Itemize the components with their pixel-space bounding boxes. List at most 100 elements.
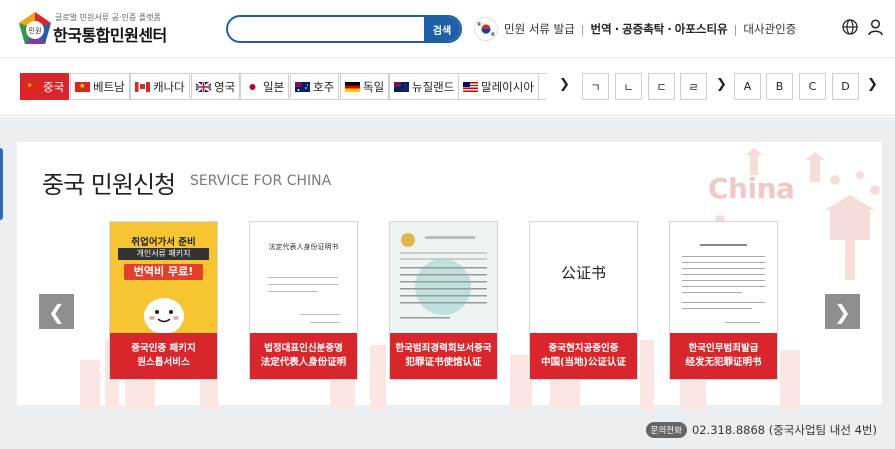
site-logo[interactable]: 민원 bbox=[17, 11, 53, 47]
search-box: 검색 bbox=[226, 15, 462, 43]
card-thumbnail: 法定代表人身份证明书 bbox=[250, 222, 357, 334]
card-thumb-text: 개인서류 패키지 bbox=[118, 248, 209, 260]
card-label: 한국인무범죄발급 经发无犯罪证明书 bbox=[670, 333, 777, 379]
card-label: 중국인증 패키지 원스톱서비스 bbox=[110, 333, 217, 379]
nav-dot: · bbox=[667, 22, 672, 36]
malaysia-flag-icon bbox=[463, 81, 478, 92]
card-label-sub: 犯罪证书使馆认证 bbox=[405, 357, 482, 368]
section-subtitle: SERVICE FOR CHINA bbox=[190, 173, 332, 189]
contact-info: 문의전화 02.318.8868 (중국사업팀 내선 4번) bbox=[645, 422, 877, 438]
nav-embassy[interactable]: 대사관인증 bbox=[743, 21, 796, 37]
card-label: 중국현지공증인증 中国(当地)公证认证 bbox=[530, 333, 637, 379]
nav-separator: | bbox=[580, 22, 585, 36]
consonant-button[interactable]: ㄹ bbox=[680, 73, 707, 100]
header-nav: 민원 서류 발급 | 번역 · 공증촉탁 · 아포스티유 | 대사관인증 bbox=[504, 21, 796, 37]
country-tab-label: 독일 bbox=[363, 79, 385, 94]
consonant-button[interactable]: ㄱ bbox=[582, 73, 609, 100]
document-image bbox=[682, 244, 765, 323]
carousel-next-button[interactable]: ❯ bbox=[825, 294, 860, 329]
country-tab-uk[interactable]: 영국 bbox=[191, 73, 241, 100]
consonant-next-arrow[interactable]: ❯ bbox=[716, 77, 727, 92]
contact-badge: 문의전화 bbox=[645, 422, 687, 438]
nav-document-issue[interactable]: 민원 서류 발급 bbox=[504, 21, 575, 37]
card-thumbnail bbox=[390, 222, 497, 334]
search-button[interactable]: 검색 bbox=[424, 17, 460, 41]
card-label-sub: 经发无犯罪证明书 bbox=[685, 357, 762, 368]
service-card-local-notary[interactable]: 公证书 중국현지공증인증 中国(当地)公证认证 bbox=[529, 221, 638, 380]
china-flag-icon: ★ bbox=[25, 81, 40, 92]
country-tab-label: 일본 bbox=[263, 79, 285, 94]
service-card-package[interactable]: 취업어가서 준비 개인서류 패키지 번역비 무료! 중국인증 패키지 원스톱서비… bbox=[109, 221, 218, 380]
card-thumbnail bbox=[670, 222, 777, 334]
country-tab-overflow bbox=[538, 73, 546, 100]
card-thumbnail: 公证书 bbox=[530, 222, 637, 334]
globe-icon[interactable] bbox=[842, 19, 858, 35]
country-tab-germany[interactable]: 독일 bbox=[340, 73, 390, 100]
germany-flag-icon bbox=[345, 81, 360, 92]
country-tab-label: 중국 bbox=[43, 79, 65, 94]
card-label-ko: 중국인증 패키지 bbox=[131, 343, 196, 354]
card-thumb-text: 公证书 bbox=[560, 264, 606, 282]
service-card-criminal-record[interactable]: 한국범죄경력회보서중국 犯罪证书使馆认证 bbox=[389, 221, 498, 380]
country-tab-china[interactable]: ★ 중국 bbox=[20, 73, 70, 100]
country-tab-japan[interactable]: 일본 bbox=[240, 73, 290, 100]
country-tab-australia[interactable]: 호주 bbox=[290, 73, 340, 100]
card-label: 법정대표인신분증명 法定代表人身份证明 bbox=[250, 333, 357, 379]
australia-flag-icon bbox=[295, 81, 310, 92]
card-label-sub: 法定代表人身份证明 bbox=[260, 357, 347, 368]
search-input[interactable] bbox=[238, 17, 428, 41]
uk-flag-icon bbox=[196, 81, 211, 92]
country-next-arrow[interactable]: ❯ bbox=[559, 77, 570, 92]
letter-button[interactable]: C bbox=[799, 73, 826, 100]
nav-dot: · bbox=[614, 22, 620, 36]
china-watermark: China bbox=[708, 172, 795, 205]
card-label: 한국범죄경력회보서중국 犯罪证书使馆认证 bbox=[390, 333, 497, 379]
letter-button[interactable]: B bbox=[766, 73, 793, 100]
nav-translate[interactable]: 번역 bbox=[591, 21, 612, 37]
country-tab-new-zealand[interactable]: 뉴질랜드 bbox=[389, 73, 460, 100]
carousel-prev-button[interactable]: ❮ bbox=[39, 294, 74, 329]
card-label-sub: 中国(当地)公证认证 bbox=[541, 357, 626, 368]
card-thumbnail: 취업어가서 준비 개인서류 패키지 번역비 무료! bbox=[110, 222, 217, 334]
country-tab-label: 말레이시아 bbox=[481, 79, 534, 94]
card-thumb-text: 취업어가서 준비 bbox=[131, 237, 196, 248]
country-tab-label: 캐나다 bbox=[153, 79, 185, 94]
site-name[interactable]: 한국통합민원센터 bbox=[53, 22, 167, 46]
japan-flag-icon bbox=[245, 81, 260, 92]
document-image bbox=[400, 233, 487, 319]
card-thumb-text: 번역비 무료! bbox=[124, 264, 203, 280]
country-tab-vietnam[interactable]: ★ 베트남 bbox=[70, 73, 130, 100]
vietnam-flag-icon: ★ bbox=[75, 81, 90, 92]
nav-separator: | bbox=[733, 22, 738, 36]
contact-phone[interactable]: 02.318.8868 (중국사업팀 내선 4번) bbox=[692, 422, 877, 438]
letter-button[interactable]: D bbox=[832, 73, 859, 100]
card-label-ko: 법정대표인신분증명 bbox=[264, 343, 343, 354]
canada-flag-icon bbox=[135, 81, 150, 92]
country-tab-canada[interactable]: 캐나다 bbox=[130, 73, 190, 100]
letter-next-arrow[interactable]: ❯ bbox=[867, 77, 878, 92]
site-header: 민원 글로벌 민원서류 공·인증 플랫폼 한국통합민원센터 검색 민원 서류 발… bbox=[0, 0, 895, 58]
user-icon[interactable] bbox=[868, 19, 883, 35]
letter-button[interactable]: A bbox=[734, 73, 761, 100]
new-zealand-flag-icon bbox=[394, 81, 409, 92]
mascot-icon bbox=[144, 298, 184, 334]
card-thumb-text: 法定代表人身份证明书 bbox=[268, 243, 339, 251]
side-tab[interactable] bbox=[0, 148, 3, 220]
card-label-ko: 한국인무범죄발급 bbox=[688, 343, 759, 354]
card-label-sub: 원스톱서비스 bbox=[137, 357, 190, 368]
consonant-button[interactable]: ㄴ bbox=[615, 73, 642, 100]
card-label-ko: 한국범죄경력회보서중국 bbox=[395, 343, 492, 354]
korea-flag-icon bbox=[474, 17, 498, 41]
card-label-ko: 중국현지공증인증 bbox=[548, 343, 619, 354]
nav-notary[interactable]: 공증촉탁 bbox=[622, 21, 664, 37]
country-tab-label: 베트남 bbox=[93, 79, 125, 94]
service-card-no-crime-cert[interactable]: 한국인무범죄발급 经发无犯罪证明书 bbox=[669, 221, 778, 380]
svg-text:민원: 민원 bbox=[29, 26, 42, 35]
country-tab-label: 호주 bbox=[313, 79, 335, 94]
country-selector-bar: ★ 중국 ★ 베트남 캐나다 영국 일본 호주 독일 뉴질랜드 말레이시아 ❯ … bbox=[0, 58, 895, 116]
nav-apostille[interactable]: 아포스티유 bbox=[675, 21, 728, 37]
country-tab-label: 영국 bbox=[214, 79, 236, 94]
country-tab-malaysia[interactable]: 말레이시아 bbox=[458, 73, 539, 100]
service-card-legal-rep[interactable]: 法定代表人身份证明书 법정대표인신분증명 法定代表人身份证明 bbox=[249, 221, 358, 380]
consonant-button[interactable]: ㄷ bbox=[648, 73, 675, 100]
